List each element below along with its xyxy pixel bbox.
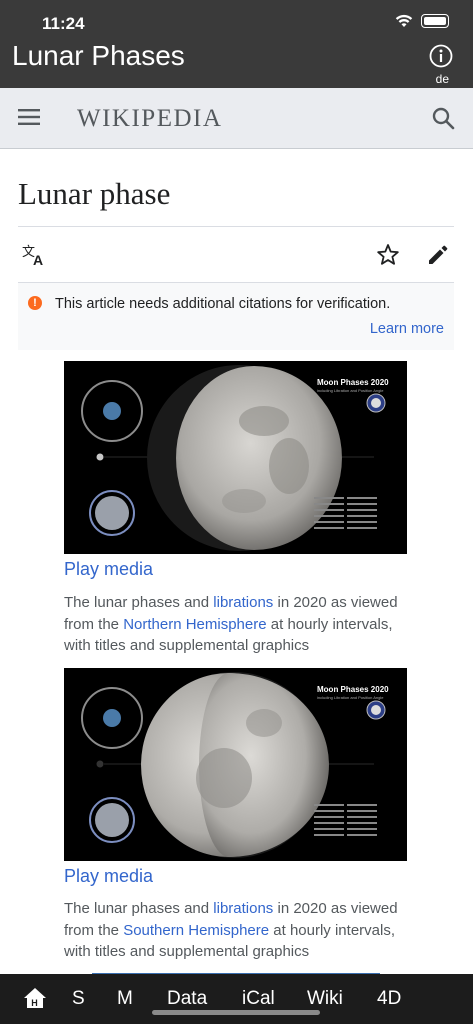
edit-icon[interactable] [426,243,450,267]
tab-m[interactable]: M [117,988,133,1010]
learn-more-link[interactable]: Learn more [370,321,444,337]
app-top-bar: 11:24 Lunar Phases de [0,0,473,88]
citation-notice: ! This article needs additional citation… [18,283,454,350]
video-thumbnail-southern[interactable]: Moon Phases 2020 including Libration and… [64,668,407,861]
svg-text:H: H [31,998,38,1008]
overlay-subtitle: including Libration and Position Angle [317,388,384,393]
info-icon[interactable] [429,44,453,68]
wikipedia-header: WIKIPEDIA [0,88,473,149]
tab-wiki[interactable]: Wiki [307,988,343,1010]
tab-4d[interactable]: 4D [377,988,401,1010]
librations-link[interactable]: librations [213,900,273,917]
status-time: 11:24 [42,14,85,33]
tab-data[interactable]: Data [167,988,207,1010]
play-media-link[interactable]: Play media [64,559,153,580]
video-thumbnail-northern[interactable]: Moon Phases 2020 including Libration and… [64,361,407,554]
media-caption: The lunar phases and librations in 2020 … [64,898,409,963]
overlay-title: Moon Phases 2020 [317,685,389,694]
tab-ical[interactable]: iCal [242,988,275,1010]
tab-s[interactable]: S [72,988,85,1010]
status-icons [395,14,449,28]
caption-text: The lunar phases and [64,594,214,611]
librations-link[interactable]: librations [213,594,273,611]
app-title: Lunar Phases [12,40,185,71]
notice-text: This article needs additional citations … [55,296,391,312]
svg-text:A: A [33,252,43,267]
menu-icon[interactable] [18,108,40,126]
page-title: Lunar phase [18,176,171,211]
bottom-tab-bar: H S M Data iCal Wiki 4D [0,974,473,1024]
wikipedia-logo[interactable]: WIKIPEDIA [77,105,222,133]
caption-text: The lunar phases and [64,900,214,917]
southern-hemisphere-link[interactable]: Southern Hemisphere [123,922,269,939]
search-icon[interactable] [431,106,455,130]
overlay-title: Moon Phases 2020 [317,378,389,387]
translate-icon[interactable]: 文 A [22,243,48,267]
media-caption: The lunar phases and librations in 2020 … [64,592,409,657]
title-divider [18,226,454,227]
language-tag[interactable]: de [436,72,449,86]
star-icon[interactable] [376,243,400,267]
home-indicator [152,1010,320,1015]
overlay-subtitle: including Libration and Position Angle [317,695,384,700]
home-icon[interactable]: H [23,986,47,1010]
play-media-link[interactable]: Play media [64,866,153,887]
warning-icon: ! [28,296,42,310]
battery-icon [421,14,449,28]
wifi-icon [395,14,413,27]
northern-hemisphere-link[interactable]: Northern Hemisphere [123,616,266,633]
